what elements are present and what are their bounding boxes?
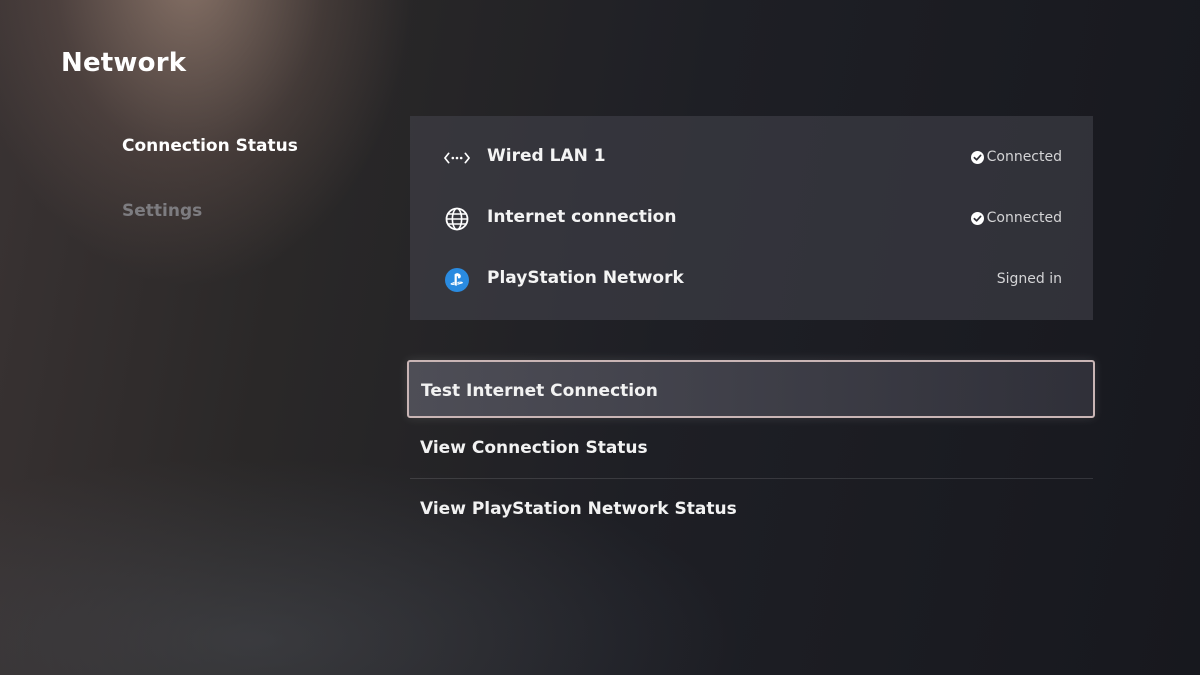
status-label-psn: PlayStation Network: [487, 268, 684, 288]
status-label-internet: Internet connection: [487, 207, 677, 227]
status-value-wired-lan: Connected: [970, 149, 1062, 165]
check-circle-icon: [970, 211, 984, 225]
wired-lan-icon: [444, 145, 470, 171]
status-row-psn: PlayStation Network Signed in: [410, 259, 1093, 299]
network-screen: Network Connection Status Settings Wired…: [0, 0, 1200, 675]
connection-status-panel: Wired LAN 1 Connected Internet connectio…: [410, 116, 1093, 320]
status-row-internet: Internet connection Connected: [410, 198, 1093, 238]
actions-list: Test Internet Connection View Connection…: [407, 360, 1095, 540]
status-value-internet: Connected: [970, 210, 1062, 226]
status-label-wired-lan: Wired LAN 1: [487, 146, 606, 166]
status-text-wired-lan: Connected: [986, 149, 1062, 165]
sidebar-item-connection-status[interactable]: Connection Status: [122, 134, 298, 158]
check-circle-icon: [970, 150, 984, 164]
status-row-wired-lan: Wired LAN 1 Connected: [410, 137, 1093, 177]
view-connection-status-button[interactable]: View Connection Status: [410, 418, 1093, 479]
page-title: Network: [61, 48, 187, 78]
sidebar-item-settings[interactable]: Settings: [122, 199, 298, 223]
globe-icon: [444, 206, 470, 232]
status-text-internet: Connected: [986, 210, 1062, 226]
status-value-psn: Signed in: [997, 271, 1062, 287]
view-psn-status-button[interactable]: View PlayStation Network Status: [410, 479, 1093, 540]
sidebar: Connection Status Settings: [122, 134, 298, 264]
playstation-network-icon: [444, 267, 470, 293]
status-text-psn: Signed in: [996, 271, 1062, 287]
test-internet-connection-button[interactable]: Test Internet Connection: [407, 360, 1095, 418]
